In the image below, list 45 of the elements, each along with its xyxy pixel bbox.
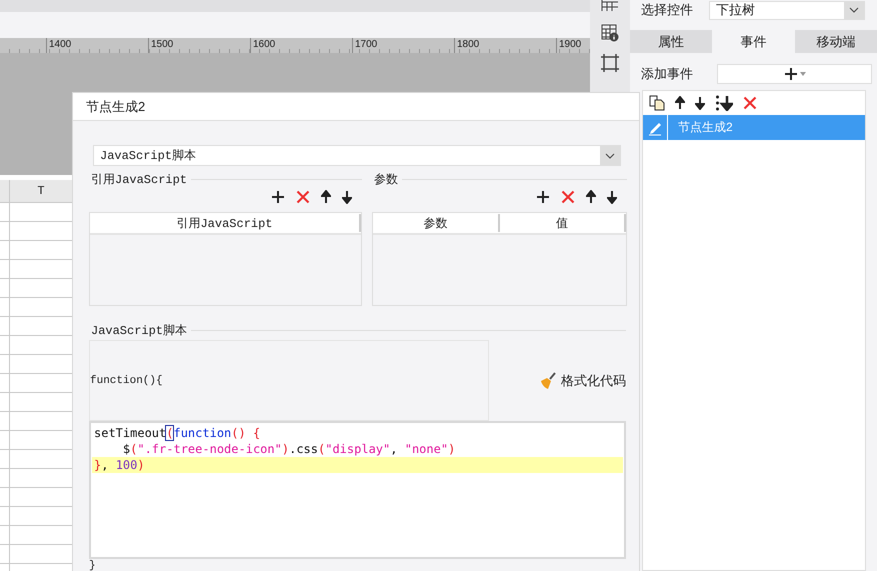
delete-icon[interactable] <box>296 190 310 204</box>
panel-tab[interactable]: 属性 <box>630 30 712 53</box>
control-dropdown[interactable]: 下拉树 <box>709 0 865 20</box>
chevron-icon <box>849 7 859 13</box>
broom-icon <box>539 372 557 390</box>
code-text: function(){ <box>90 374 163 386</box>
dialog-title: 节点生成2 <box>73 93 639 121</box>
add-icon[interactable] <box>271 190 285 204</box>
code-editor[interactable]: setTimeout(function() { $(".fr-tree-node-icon").css("display", "none") }, 100) <box>89 421 626 559</box>
column-header: 值 <box>500 214 626 232</box>
frame-icon[interactable] <box>601 54 619 72</box>
move-to-bottom-icon[interactable] <box>715 95 733 111</box>
group-title: 参数 <box>373 172 398 188</box>
move-up-icon[interactable] <box>321 190 331 204</box>
add-event-label: 添加事件 <box>641 65 693 83</box>
group-title: JavaScript脚本 <box>90 322 188 338</box>
move-down-icon[interactable] <box>607 190 617 204</box>
dropdown-button[interactable] <box>600 146 620 165</box>
copy-icon[interactable] <box>649 95 665 111</box>
dropdown-value: JavaScript脚本 <box>99 148 198 164</box>
delete-icon[interactable] <box>743 96 757 110</box>
dropdown-value: 下拉树 <box>715 1 756 19</box>
column-header: 参数 <box>373 214 500 232</box>
move-down-icon[interactable] <box>342 190 352 204</box>
chevron-icon <box>605 152 615 158</box>
dropdown-button[interactable] <box>844 2 864 18</box>
move-down-icon[interactable] <box>695 96 705 110</box>
move-up-icon[interactable] <box>586 190 596 204</box>
type-dropdown[interactable]: JavaScript脚本 <box>93 145 621 166</box>
event-label: 节点生成2 <box>677 119 733 136</box>
code-text: } <box>89 560 97 571</box>
panel-tab[interactable]: 移动端 <box>794 30 877 53</box>
table-info-icon[interactable] <box>601 24 619 42</box>
control-label: 选择控件 <box>641 1 693 19</box>
code-line: $(".fr-tree-node-icon").css("display", "none") <box>122 441 456 457</box>
grid-icon[interactable] <box>601 0 619 12</box>
format-code-button[interactable]: 格式化代码 <box>539 372 626 390</box>
caret-icon <box>800 72 806 76</box>
delete-icon[interactable] <box>561 190 575 204</box>
column-header: 引用JavaScript <box>90 214 361 232</box>
add-icon[interactable] <box>536 190 550 204</box>
code-line: setTimeout(function() { <box>93 425 262 441</box>
group-title: 引用JavaScript <box>90 172 188 188</box>
move-up-icon[interactable] <box>675 96 685 110</box>
plus-icon <box>784 67 798 81</box>
